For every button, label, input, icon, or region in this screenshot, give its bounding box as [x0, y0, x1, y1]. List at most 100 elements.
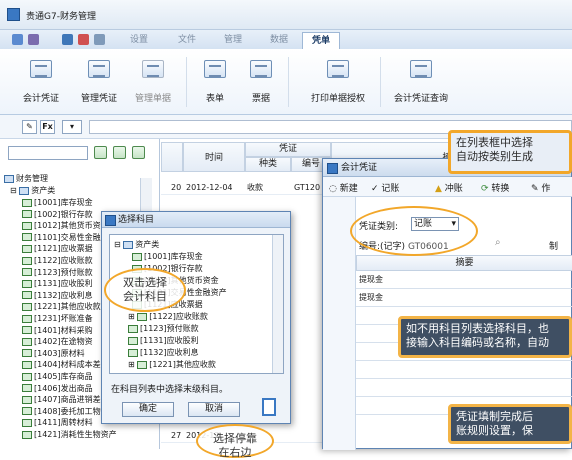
select-account-dialog: 选择科目 ⊟ 资产类 [1001]库存现金[1002]银行存款[1012]其他货…: [101, 211, 291, 424]
voucher-column-group: 凭证: [245, 142, 331, 157]
tree-item[interactable]: [1421]消耗性生物资产: [22, 429, 172, 441]
convert-button[interactable]: ⟳ 转换: [481, 181, 509, 194]
folder-icon: [4, 174, 14, 183]
dialog-tree-item[interactable]: [1132]应收利息: [128, 347, 199, 359]
dialog-hint: 在科目列表中选择末级科目。: [111, 385, 229, 395]
time-column-header[interactable]: 时间: [183, 142, 245, 172]
cancel-button[interactable]: 取消: [188, 402, 240, 417]
account-icon: [22, 337, 32, 346]
folder-icon: [19, 186, 30, 195]
accounting-voucher-button[interactable]: 会计凭证: [10, 54, 72, 110]
tab-voucher[interactable]: 凭单: [302, 32, 340, 49]
preparer-label: 制: [549, 242, 559, 252]
post-button[interactable]: ✓ 记账: [371, 181, 399, 194]
ribbon-divider: [288, 57, 289, 107]
tab-manage[interactable]: 管理: [214, 32, 252, 49]
dialog-tree-item[interactable]: [1123]预付账款: [128, 323, 199, 335]
account-icon: [22, 384, 32, 393]
voucher-row[interactable]: [356, 379, 572, 397]
callout-double-click: 双击选择 会计科目: [104, 268, 186, 312]
account-icon: [128, 336, 138, 345]
voucher-row[interactable]: 提现金: [356, 271, 572, 289]
account-icon: [22, 372, 32, 381]
dialog-tree-item[interactable]: ⊞ [1221]其他应收款: [128, 359, 216, 371]
account-icon: [128, 348, 138, 357]
callout-after-fill: 凭证填制完成后 账规则设置，保: [448, 404, 572, 444]
search-icon[interactable]: ⌕: [495, 237, 501, 248]
folder-icon: [123, 240, 134, 249]
app-icon: [7, 8, 20, 21]
post-icon: ✓: [371, 184, 379, 194]
dialog-group[interactable]: ⊟ 资产类: [114, 239, 159, 251]
reverse-icon: ▲: [435, 184, 442, 194]
account-icon: [22, 395, 32, 404]
title-bar: 贵通G7-财务管理: [0, 0, 572, 30]
account-icon: [137, 312, 148, 321]
kind-column-header[interactable]: 种类: [245, 157, 291, 172]
remove-icon[interactable]: [113, 146, 126, 159]
document-icon: [142, 60, 164, 78]
convert-icon: ⟳: [481, 184, 489, 194]
account-icon: [137, 360, 148, 369]
tab-settings[interactable]: 设置: [120, 32, 158, 49]
new-button[interactable]: ◌ 新建: [329, 181, 358, 194]
quick-access-icon[interactable]: [12, 34, 23, 45]
more-button[interactable]: ✎ 作: [531, 181, 550, 194]
new-icon: ◌: [329, 184, 337, 194]
add-icon[interactable]: [94, 146, 107, 159]
summary-header: 摘要: [356, 255, 572, 271]
tree-group[interactable]: ⊟ 资产类: [10, 185, 160, 197]
bill-button[interactable]: 票据: [230, 54, 292, 110]
quick-access-icon[interactable]: [28, 34, 39, 45]
row-number-header: [161, 142, 183, 172]
voucher-row[interactable]: [356, 361, 572, 379]
voucher-row[interactable]: 提现金: [356, 289, 572, 307]
reverse-button[interactable]: ▲ 冲账: [435, 181, 463, 194]
edit-icon[interactable]: ✎: [22, 120, 37, 134]
ok-button[interactable]: 确定: [122, 402, 174, 417]
bill-icon: [250, 60, 272, 78]
dialog-scrollbar[interactable]: [272, 235, 283, 373]
account-icon: [22, 198, 32, 207]
dialog-title: 选择科目: [102, 212, 290, 228]
tree-root[interactable]: 财务管理: [4, 173, 154, 185]
manage-documents-button[interactable]: 管理单据: [122, 54, 184, 110]
account-icon: [22, 302, 32, 311]
grid-icon[interactable]: [132, 146, 145, 159]
more-icon: ✎: [531, 184, 539, 194]
tree-search-input[interactable]: [8, 146, 88, 160]
account-icon: [22, 326, 32, 335]
table-row[interactable]: 20 2012-12-04 收款 GT120: [161, 180, 331, 195]
tab-data[interactable]: 数据: [260, 32, 298, 49]
print-authorization-button[interactable]: 打印单据授权: [298, 54, 378, 110]
save-icon[interactable]: [62, 34, 73, 45]
dock-right-icon[interactable]: [262, 398, 276, 416]
account-icon: [22, 268, 32, 277]
account-icon: [22, 360, 32, 369]
tool-icon[interactable]: [94, 34, 105, 45]
form-icon: [204, 60, 226, 78]
account-icon: [22, 210, 32, 219]
account-icon: [22, 291, 32, 300]
callout-dock: 选择停靠 在右边: [196, 424, 274, 459]
voucher-icon: [30, 60, 52, 78]
dialog-tree-item[interactable]: ⊞ [1122]应收账款: [128, 311, 208, 323]
voucher-icon: [88, 60, 110, 78]
collapse-icon[interactable]: ⊟: [10, 186, 19, 195]
function-button[interactable]: Fx: [40, 120, 55, 134]
account-icon: [22, 279, 32, 288]
account-icon: [22, 430, 32, 439]
account-icon: [22, 349, 32, 358]
formula-dropdown[interactable]: ▾: [62, 120, 82, 134]
dialog-tree-item[interactable]: [1001]库存现金: [132, 251, 203, 263]
dialog-tree-item[interactable]: [1131]应收股利: [128, 335, 199, 347]
account-icon: [128, 324, 138, 333]
tab-file[interactable]: 文件: [168, 32, 206, 49]
management-voucher-button[interactable]: 管理凭证: [68, 54, 130, 110]
account-icon: [22, 233, 32, 242]
close-icon[interactable]: [78, 34, 89, 45]
voucher-query-button[interactable]: 会计凭证查询: [380, 54, 462, 110]
account-icon: [22, 221, 32, 230]
voucher-toolbar: ◌ 新建 ✓ 记账 ▲ 冲账 ⟳ 转换 ✎ 作: [323, 177, 572, 197]
query-icon: [410, 60, 432, 78]
